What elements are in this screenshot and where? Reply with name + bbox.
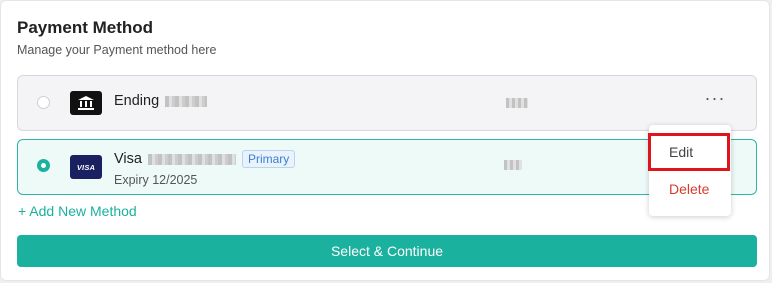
method-radio-selected[interactable]: [37, 159, 50, 172]
payment-method-card: Payment Method Manage your Payment metho…: [0, 0, 770, 281]
page-subtitle: Manage your Payment method here: [17, 43, 217, 57]
method-label: Ending: [114, 93, 208, 109]
payment-method-bank[interactable]: Ending ···: [17, 75, 757, 131]
masked-number: [165, 95, 208, 107]
payment-method-visa[interactable]: VISA Visa Primary Expiry 12/2025: [17, 139, 757, 195]
masked-number: [147, 153, 236, 165]
masked-detail: [504, 160, 522, 170]
visa-card-icon: VISA: [70, 155, 102, 179]
options-menu: Edit Delete: [648, 125, 731, 216]
primary-badge: Primary: [241, 150, 296, 168]
method-radio[interactable]: [37, 96, 50, 109]
more-options-icon[interactable]: ···: [704, 89, 726, 112]
add-new-method-link[interactable]: + Add New Method: [18, 203, 137, 219]
bank-icon: [70, 91, 102, 115]
select-continue-button[interactable]: Select & Continue: [17, 235, 757, 267]
method-label: Visa Primary: [114, 150, 296, 168]
card-expiry: Expiry 12/2025: [114, 173, 198, 187]
masked-detail: [506, 98, 528, 108]
page-title: Payment Method: [17, 18, 154, 37]
menu-item-delete[interactable]: Delete: [669, 181, 709, 197]
menu-item-edit[interactable]: Edit: [648, 133, 730, 171]
